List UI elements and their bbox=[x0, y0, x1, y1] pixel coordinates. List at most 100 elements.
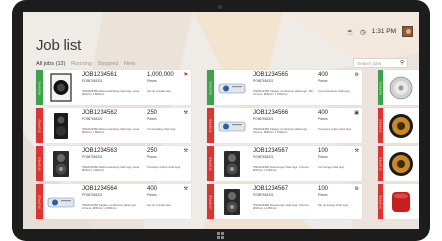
status-strip: STOPPED bbox=[378, 108, 383, 143]
quantity: 400 bbox=[318, 72, 329, 78]
po-number: PO987654321 bbox=[253, 117, 274, 121]
quantity: 100 bbox=[318, 186, 329, 192]
item-description: ITEM123456 Alberta standing chair legs, … bbox=[82, 165, 140, 173]
po-number: PO987654321 bbox=[253, 193, 274, 197]
filter-running[interactable]: Running bbox=[71, 61, 92, 67]
wrench-icon[interactable]: ⚒ bbox=[184, 110, 188, 116]
product-thumbnail bbox=[214, 184, 250, 219]
filter-all-jobs[interactable]: All jobs (12) bbox=[36, 61, 66, 67]
job-card[interactable]: STOPPED JOB1234566 PO987654321 ITEM12345… bbox=[207, 108, 362, 143]
product-thumbnail bbox=[383, 70, 419, 105]
speaker-image bbox=[50, 73, 72, 102]
item-description: ITEM123456 Seal lounge chair legs, Chrom… bbox=[253, 203, 310, 211]
quantity-unit: Pieces bbox=[318, 79, 328, 83]
job-number: JOB1234564 bbox=[82, 186, 118, 192]
truck-icon[interactable]: ▣ bbox=[354, 110, 359, 116]
page-title: Job list bbox=[36, 37, 82, 54]
item-description: ITEM123456 Calgary conference table legs… bbox=[253, 89, 314, 97]
quantity-unit: Pieces bbox=[318, 155, 328, 159]
quantity-unit: Pieces bbox=[147, 193, 157, 197]
clock-time: 1:31 PM bbox=[371, 28, 396, 35]
gears-icon[interactable]: ⚙ bbox=[355, 186, 359, 192]
job-tile[interactable]: STOPPED bbox=[378, 184, 419, 219]
wrench-icon[interactable]: ⚒ bbox=[184, 186, 188, 192]
product-thumbnail bbox=[43, 108, 79, 143]
job-card[interactable]: RUNNING JOB1234561 PO987654321 ITEM12345… bbox=[36, 70, 191, 105]
quantity-unit: Pieces bbox=[147, 117, 157, 121]
status-strip: STOPPED bbox=[36, 108, 43, 143]
product-thumbnail bbox=[383, 184, 419, 219]
job-tile[interactable]: STOPPED bbox=[378, 108, 419, 143]
app-screen: Job list All jobs (12) Running Stopped N… bbox=[23, 12, 419, 229]
status-strip: STOPPED bbox=[36, 184, 43, 219]
job-number: JOB1234565 bbox=[253, 72, 289, 78]
status-strip: STOPPED bbox=[207, 184, 214, 219]
status-strip: RUNNING bbox=[207, 70, 214, 105]
quantity: 400 bbox=[147, 186, 158, 192]
top-status-bar: ☕ ◷ 1:31 PM bbox=[346, 26, 413, 37]
projector-image bbox=[47, 197, 75, 207]
quantity: 250 bbox=[147, 148, 158, 154]
windows-button-icon[interactable] bbox=[217, 232, 224, 239]
product-thumbnail bbox=[214, 108, 250, 143]
product-thumbnail bbox=[383, 108, 419, 143]
flag-icon[interactable]: ⚑ bbox=[184, 72, 188, 78]
job-card[interactable]: STOPPED JOB1234563 PO987654321 ITEM12345… bbox=[36, 146, 191, 181]
job-card[interactable]: STOPPED JOB1234567 PO987654321 ITEM12345… bbox=[207, 146, 362, 181]
job-tile[interactable]: STOPPED bbox=[378, 146, 419, 181]
wrench-icon[interactable]: ⚒ bbox=[355, 148, 359, 154]
speaker-image bbox=[53, 150, 69, 177]
search-input[interactable]: Search jobs ⚲ bbox=[353, 58, 408, 68]
search-placeholder: Search jobs bbox=[357, 60, 382, 66]
job-number: JOB1234561 bbox=[82, 72, 118, 78]
job-step: Transport output chair legs bbox=[318, 127, 352, 131]
avatar[interactable] bbox=[402, 26, 413, 37]
product-thumbnail bbox=[43, 146, 79, 181]
speaker-image bbox=[389, 113, 413, 138]
job-step: Cut lounge chair legs bbox=[318, 165, 345, 169]
quantity-unit: Pieces bbox=[318, 117, 328, 121]
job-number: JOB1234567 bbox=[253, 186, 289, 192]
job-number: JOB1234567 bbox=[253, 148, 289, 154]
search-icon[interactable]: ⚲ bbox=[400, 60, 404, 66]
product-thumbnail bbox=[43, 70, 79, 105]
camera-dot bbox=[218, 5, 222, 9]
item-description: ITEM123456 Seal lounge chair legs, Chrom… bbox=[253, 165, 310, 173]
product-thumbnail bbox=[43, 184, 79, 219]
filter-new[interactable]: New bbox=[124, 61, 135, 67]
gears-icon[interactable]: ⚙ bbox=[355, 72, 359, 78]
job-card[interactable]: RUNNING JOB1234565 PO987654321 ITEM12345… bbox=[207, 70, 362, 105]
quantity-unit: Pieces bbox=[147, 155, 157, 159]
clock-icon[interactable]: ◷ bbox=[360, 28, 366, 36]
speaker-image bbox=[224, 150, 240, 177]
job-tile[interactable]: RUNNING bbox=[378, 70, 419, 105]
speaker-image bbox=[389, 76, 413, 99]
filter-bar: All jobs (12) Running Stopped New bbox=[36, 61, 139, 67]
po-number: PO987654321 bbox=[82, 155, 103, 159]
job-step: Set up lounge chair legs bbox=[318, 203, 349, 207]
product-thumbnail bbox=[214, 146, 250, 181]
filter-stopped[interactable]: Stopped bbox=[98, 61, 119, 67]
job-step: Set up circular saw bbox=[147, 89, 171, 93]
item-description: ITEM123456 Calgary conference table legs… bbox=[82, 203, 137, 211]
quantity-unit: Pieces bbox=[318, 193, 328, 197]
item-description: ITEM123456 Calgary conference table legs… bbox=[253, 127, 308, 135]
job-card[interactable]: STOPPED JOB1234562 PO987654321 ITEM12345… bbox=[36, 108, 191, 143]
speaker-image bbox=[392, 191, 410, 212]
job-card[interactable]: STOPPED JOB1234567 PO987654321 ITEM12345… bbox=[207, 184, 362, 219]
speaker-image bbox=[54, 112, 68, 139]
quantity: 100 bbox=[318, 148, 329, 154]
status-strip: RUNNING bbox=[36, 70, 43, 105]
wrench-icon[interactable]: ⚒ bbox=[184, 148, 188, 154]
status-strip: STOPPED bbox=[207, 146, 214, 181]
projector-image bbox=[218, 83, 246, 93]
po-number: PO987654321 bbox=[82, 193, 103, 197]
job-step: Cut standing chair legs bbox=[147, 127, 176, 131]
job-number: JOB1234566 bbox=[253, 110, 289, 116]
coffee-icon[interactable]: ☕ bbox=[346, 28, 354, 36]
speaker-image bbox=[224, 188, 240, 215]
status-strip: STOPPED bbox=[378, 146, 383, 181]
status-strip: STOPPED bbox=[36, 146, 43, 181]
job-card[interactable]: STOPPED JOB1234564 PO987654321 ITEM12345… bbox=[36, 184, 191, 219]
po-number: PO987654321 bbox=[82, 117, 103, 121]
